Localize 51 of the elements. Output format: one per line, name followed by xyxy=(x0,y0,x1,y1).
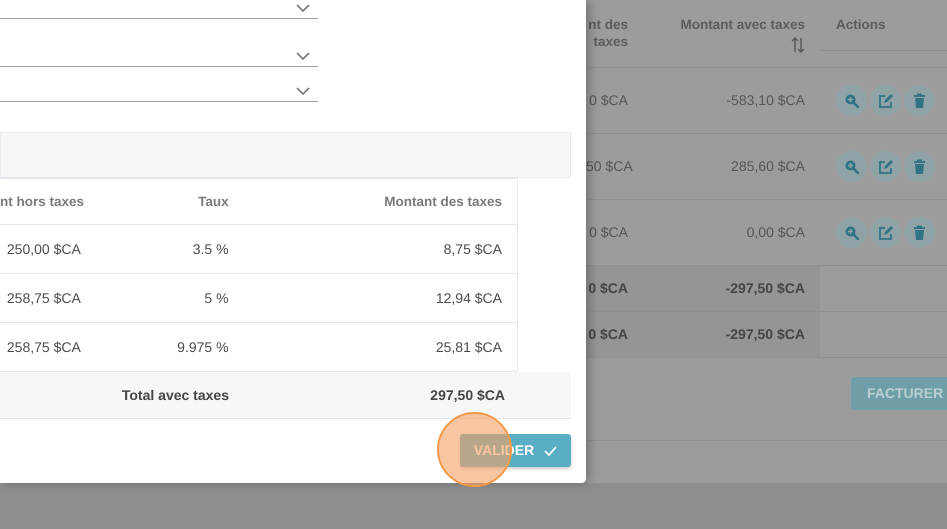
table-cell: 8,75 $CA xyxy=(444,240,502,256)
trash-button[interactable] xyxy=(904,217,935,248)
table-cell: 258,75 $CA xyxy=(6,290,81,306)
table-cell: 0 $CA xyxy=(589,92,628,108)
column-header: Actions xyxy=(836,17,886,34)
table-cell: -583,10 $CA xyxy=(726,92,805,108)
total-label: Total avec taxes xyxy=(122,386,229,402)
table-cell: 250,00 $CA xyxy=(6,240,81,256)
column-header: Taux xyxy=(198,194,229,209)
table-cell: 12,94 $CA xyxy=(436,290,502,306)
edit-icon xyxy=(878,159,893,174)
edit-button[interactable] xyxy=(870,217,901,248)
table-cell: 285,60 $CA xyxy=(731,158,805,174)
table-cell: 50 $CA xyxy=(586,158,633,174)
table-cell: 258,75 $CA xyxy=(6,338,81,354)
zoom-in-icon xyxy=(844,93,859,108)
column-header: Montant des taxes xyxy=(384,194,502,209)
edit-icon xyxy=(878,225,893,240)
chevron-down-icon xyxy=(296,87,310,95)
column-header: nt des taxes xyxy=(587,17,628,51)
zoom-in-button[interactable] xyxy=(836,217,867,248)
zoom-in-button[interactable] xyxy=(836,85,867,116)
sort-icon[interactable] xyxy=(791,37,805,54)
trash-icon xyxy=(912,159,927,174)
total-cell-text: -297,50 $CA xyxy=(726,325,805,344)
total-cell-text: -297,50 $CA xyxy=(726,279,805,298)
trash-button[interactable] xyxy=(904,85,935,116)
table-cell: 5 % xyxy=(204,290,229,306)
edit-icon xyxy=(878,93,893,108)
zoom-in-button[interactable] xyxy=(836,151,867,182)
column-header: nt hors taxes xyxy=(0,194,84,209)
total-cell-text: 0 $CA xyxy=(588,325,628,344)
edit-button[interactable] xyxy=(870,85,901,116)
total-value: 297,50 $CA xyxy=(430,386,505,402)
table-cell: 0 $CA xyxy=(589,224,628,240)
edit-button[interactable] xyxy=(870,151,901,182)
invoice-button[interactable]: FACTURER xyxy=(851,377,947,410)
zoom-in-icon xyxy=(844,159,859,174)
trash-icon xyxy=(912,93,927,108)
trash-icon xyxy=(912,225,927,240)
total-cell-text: 0 $CA xyxy=(588,279,628,298)
check-icon xyxy=(544,446,558,456)
column-header: Montant avec taxes xyxy=(679,17,805,34)
table-cell: 25,81 $CA xyxy=(436,338,502,354)
table-cell: 0,00 $CA xyxy=(746,224,805,240)
table-cell: 3.5 % xyxy=(192,240,229,256)
zoom-in-icon xyxy=(844,225,859,240)
chevron-down-icon xyxy=(296,52,310,60)
table-cell: 9.975 % xyxy=(177,338,229,354)
chevron-down-icon xyxy=(296,4,310,12)
trash-button[interactable] xyxy=(904,151,935,182)
